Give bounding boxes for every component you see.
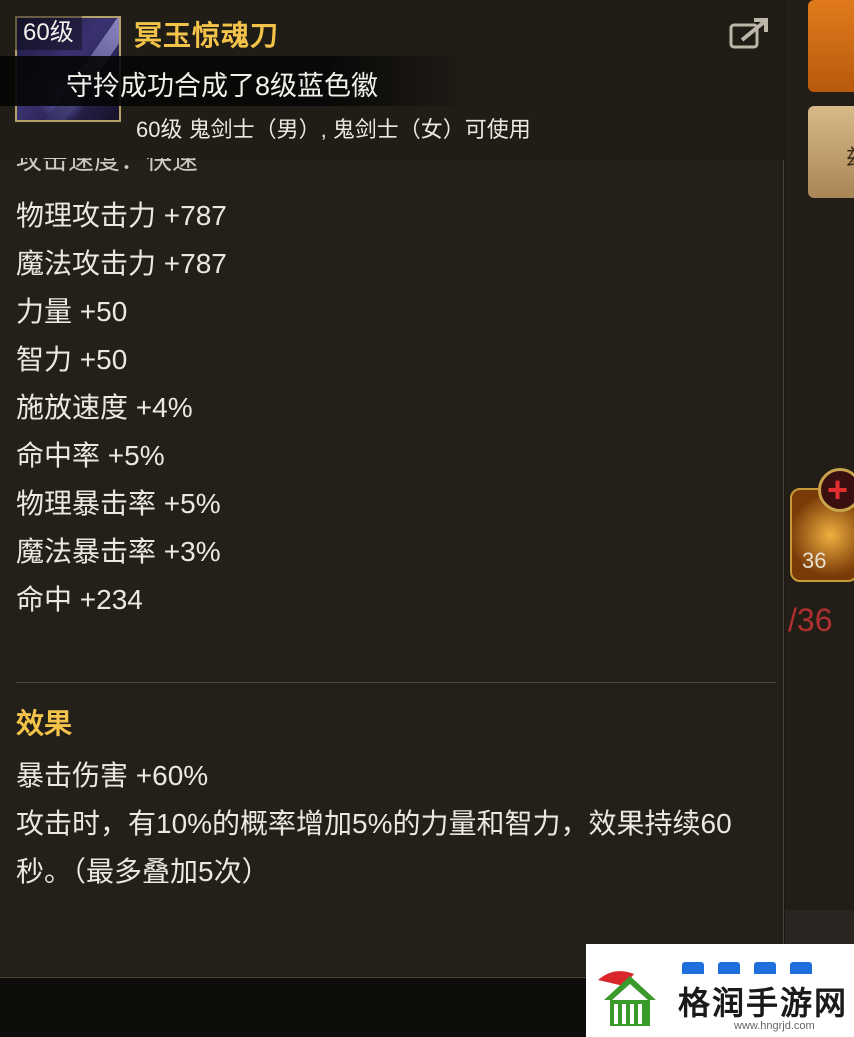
stat-intelligence: 智力 +50: [16, 344, 128, 375]
share-icon[interactable]: [728, 16, 772, 52]
stat-physical-attack: 物理攻击力 +787: [16, 200, 227, 231]
side-orange-button[interactable]: [808, 0, 854, 92]
add-material-button[interactable]: +: [818, 468, 854, 512]
material-required-count: /36: [788, 602, 833, 638]
item-level-badge: 60级: [15, 16, 82, 50]
section-divider: [16, 682, 776, 683]
plus-icon: +: [827, 469, 849, 510]
stat-magic-crit: 魔法暴击率 +3%: [16, 536, 221, 567]
partial-stat-text: 攻击速度：快速: [16, 158, 199, 175]
side-tan-button-label: 兹: [846, 140, 854, 172]
stat-magic-attack: 魔法攻击力 +787: [16, 248, 227, 279]
site-watermark: 格润手游网 www.hngrjd.com: [586, 944, 854, 1037]
stat-hit-rate: 命中率 +5%: [16, 440, 165, 471]
side-tan-button[interactable]: 兹: [808, 106, 854, 198]
stat-strength: 力量 +50: [16, 296, 128, 327]
effect-line: 攻击时，有10%的概率增加5%的力量和智力，效果持续60秒。（最多叠加5次）: [16, 808, 732, 887]
watermark-top-decoration: [678, 952, 838, 974]
item-tooltip: 60级 冥玉惊魂刀 守拎成功合成了8级蓝色徽 60级 鬼剑士（男）, 鬼剑士（女…: [0, 0, 784, 978]
item-usable-classes: 60级 鬼剑士（男）, 鬼剑士（女）可使用: [136, 117, 531, 142]
material-slot-count: 36: [802, 548, 827, 573]
item-name: 冥玉惊魂刀: [134, 20, 280, 51]
watermark-url: www.hngrjd.com: [734, 1020, 815, 1032]
system-notification-text: 守拎成功合成了8级蓝色徽: [66, 71, 379, 101]
effect-line: 暴击伤害 +60%: [16, 760, 209, 791]
watermark-title: 格润手游网: [678, 984, 849, 1022]
effect-title: 效果: [16, 708, 73, 739]
stat-cast-speed: 施放速度 +4%: [16, 392, 193, 423]
item-stats-list: 物理攻击力 +787 魔法攻击力 +787 力量 +50 智力 +50 施放速度…: [16, 196, 227, 628]
stat-physical-crit: 物理暴击率 +5%: [16, 488, 221, 519]
stat-hit: 命中 +234: [16, 584, 143, 615]
watermark-logo: [598, 971, 656, 1026]
partial-stat-line: 攻击速度：快速: [16, 158, 198, 178]
